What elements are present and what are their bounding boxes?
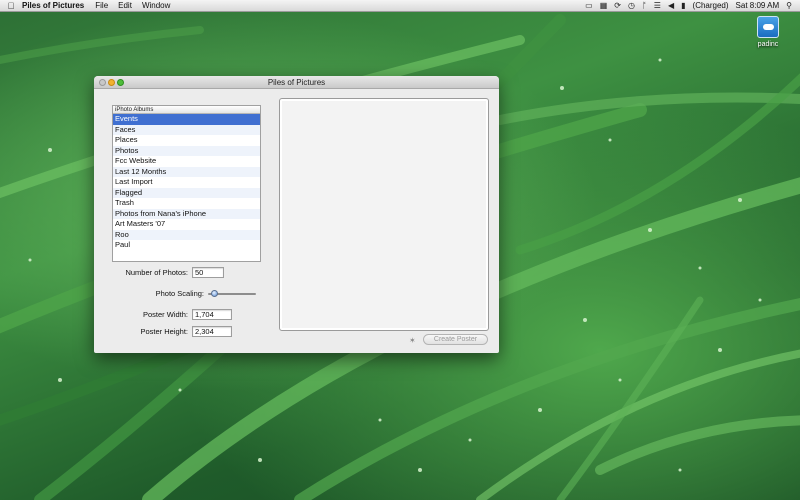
- progress-spinner-icon: ✶: [409, 336, 416, 345]
- menu-extras: ▭ ▦ ⟳ ◷ ᚩ ☰ ◀ ▮ (Charged) Sat 8:09 AM ⚲: [585, 1, 800, 10]
- album-list-item[interactable]: Roo: [113, 229, 260, 240]
- photo-scaling-slider[interactable]: [208, 289, 256, 297]
- number-of-photos-field[interactable]: 50: [192, 267, 224, 278]
- time-machine-icon[interactable]: ◷: [628, 1, 635, 10]
- poster-height-field[interactable]: 2,304: [192, 326, 232, 337]
- album-list-item[interactable]: Places: [113, 135, 260, 146]
- piles-of-pictures-window: Piles of Pictures iPhoto Albums Events Fa…: [94, 76, 499, 353]
- desktop-disk-item[interactable]: padinc: [753, 16, 783, 48]
- create-poster-button[interactable]: Create Poster: [423, 334, 488, 345]
- desktop-disk-label: padinc: [757, 41, 779, 48]
- album-list-item[interactable]: Fcc Website: [113, 156, 260, 167]
- window-title: Piles of Pictures: [267, 78, 326, 87]
- album-list-item[interactable]: Flagged: [113, 187, 260, 198]
- number-of-photos-row: Number of Photos: 50: [112, 267, 224, 278]
- albums-rows: Events Faces Places Photos Fcc Website Last 1…: [113, 114, 260, 251]
- number-of-photos-label: Number of Photos:: [125, 268, 188, 277]
- bluetooth-icon[interactable]: ᚩ: [642, 1, 647, 10]
- spotlight-search-icon[interactable]: ⚲: [786, 1, 792, 10]
- poster-width-label: Poster Width:: [142, 310, 188, 319]
- poster-height-label: Poster Height:: [140, 327, 188, 336]
- battery-icon[interactable]: ▮: [681, 1, 685, 10]
- grid-icon[interactable]: ▦: [600, 1, 608, 10]
- album-list-item[interactable]: Photos from Nana's iPhone: [113, 208, 260, 219]
- menubar-clock[interactable]: Sat 8:09 AM: [736, 1, 780, 10]
- album-list-item[interactable]: Trash: [113, 198, 260, 209]
- volume-icon[interactable]: ◀: [668, 1, 674, 10]
- poster-width-field[interactable]: 1,704: [192, 309, 232, 320]
- sync-icon[interactable]: ⟳: [614, 1, 621, 10]
- album-list-item[interactable]: Art Masters '07: [113, 219, 260, 230]
- wifi-icon[interactable]: ☰: [654, 1, 661, 10]
- menu-app-name[interactable]: Piles of Pictures: [22, 1, 84, 10]
- album-list-item[interactable]: Last 12 Months: [113, 166, 260, 177]
- poster-preview-area: [279, 98, 489, 331]
- menu-window[interactable]: Window: [142, 1, 170, 10]
- window-minimize-button[interactable]: [108, 79, 115, 86]
- album-list-item[interactable]: Events: [113, 114, 260, 125]
- album-list-item[interactable]: Photos: [113, 145, 260, 156]
- albums-column-header[interactable]: iPhoto Albums: [113, 106, 260, 114]
- poster-height-row: Poster Height: 2,304: [112, 326, 232, 337]
- window-titlebar[interactable]: Piles of Pictures: [94, 76, 499, 89]
- window-zoom-button[interactable]: [117, 79, 124, 86]
- battery-status[interactable]: (Charged): [693, 1, 729, 10]
- photo-scaling-row: Photo Scaling:: [112, 289, 256, 298]
- menu-file[interactable]: File: [95, 1, 108, 10]
- window-close-button[interactable]: [99, 79, 106, 86]
- menu-edit[interactable]: Edit: [118, 1, 132, 10]
- album-list-item[interactable]: Paul: [113, 240, 260, 251]
- apple-menu-icon[interactable]: : [0, 1, 22, 11]
- cloud-drive-icon[interactable]: [757, 16, 779, 38]
- menu-bar:  Piles of Pictures File Edit Window ▭ ▦…: [0, 0, 800, 12]
- poster-width-row: Poster Width: 1,704: [112, 309, 232, 320]
- photo-scaling-label: Photo Scaling:: [155, 289, 204, 298]
- photo-scaling-slider-knob[interactable]: [211, 289, 219, 297]
- iphoto-albums-list[interactable]: iPhoto Albums Events Faces Places Photos Fcc…: [112, 105, 261, 262]
- album-list-item[interactable]: Last Import: [113, 177, 260, 188]
- display-icon[interactable]: ▭: [585, 1, 593, 10]
- album-list-item[interactable]: Faces: [113, 124, 260, 135]
